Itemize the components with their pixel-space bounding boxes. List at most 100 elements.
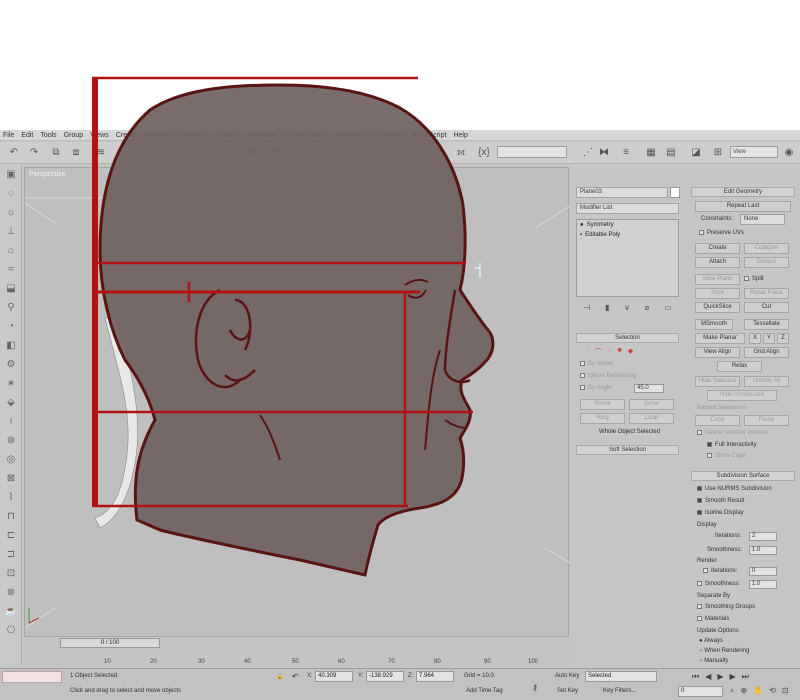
ignore-backfacing-option[interactable]: Ignore Backfacing bbox=[580, 373, 636, 379]
create-button[interactable]: Create bbox=[695, 243, 740, 254]
smooth-result-option[interactable]: Smooth Result bbox=[697, 498, 744, 504]
patch-grids-icon[interactable]: ⊠ bbox=[0, 469, 22, 488]
nurbs-icon[interactable]: ⌇ bbox=[0, 488, 22, 507]
modify-panel-icon[interactable]: ⬓ bbox=[0, 279, 22, 298]
snap-icon[interactable]: ⊘ bbox=[395, 147, 407, 159]
schematic-view-icon[interactable]: ⧓ bbox=[598, 147, 610, 159]
object-name-field[interactable]: Plane03 bbox=[576, 187, 668, 198]
update-always-option[interactable]: ● Always bbox=[699, 638, 723, 644]
camera-track-icon[interactable]: ⎔ bbox=[0, 621, 22, 640]
slice-button[interactable]: Slice bbox=[695, 288, 740, 299]
display-panel-icon[interactable]: ◧ bbox=[0, 336, 22, 355]
update-manually-option[interactable]: ○ Manually bbox=[699, 658, 728, 664]
current-frame-field[interactable]: 0 bbox=[678, 686, 723, 697]
select-scale-icon[interactable]: ⊡ bbox=[330, 147, 342, 159]
y-coord-field[interactable]: -138.929 bbox=[366, 671, 404, 682]
z-coord-field[interactable]: 7.964 bbox=[416, 671, 454, 682]
planar-x-button[interactable]: X bbox=[749, 333, 761, 344]
stack-item-symmetry[interactable]: ● Symmetry bbox=[577, 220, 678, 230]
time-slider[interactable]: 0 / 100 bbox=[60, 638, 160, 648]
materials-option[interactable]: Materials bbox=[697, 616, 729, 622]
constraints-dropdown[interactable]: None bbox=[740, 214, 785, 225]
redo-icon[interactable]: ↷ bbox=[28, 147, 40, 159]
iterations-spinner[interactable]: 2 bbox=[749, 532, 777, 541]
make-planar-button[interactable]: Make Planar bbox=[695, 333, 745, 344]
repeat-last-button[interactable]: Repeat Last bbox=[695, 201, 791, 212]
curve-editor-icon[interactable]: ⋰ bbox=[582, 147, 594, 159]
menu-file[interactable]: File bbox=[3, 132, 14, 139]
reset-plane-button[interactable]: Reset Plane bbox=[744, 288, 789, 299]
by-angle-spinner[interactable]: 45.0 bbox=[634, 384, 664, 393]
teapot-icon[interactable]: ☕ bbox=[0, 602, 22, 621]
create-spacewarps-icon[interactable]: ≈ bbox=[0, 260, 22, 279]
material-editor-icon[interactable]: ▦ bbox=[645, 147, 657, 159]
menu-edit[interactable]: Edit bbox=[21, 132, 33, 139]
select-move-icon[interactable]: ✥ bbox=[245, 147, 257, 159]
by-vertex-option[interactable]: By Vertex bbox=[580, 361, 614, 367]
show-end-result-icon[interactable]: ▮ bbox=[605, 303, 609, 317]
object-color-swatch[interactable] bbox=[670, 187, 680, 198]
play-icon[interactable]: ▶ bbox=[717, 672, 723, 683]
render-scene-icon[interactable]: ▤ bbox=[665, 147, 677, 159]
motion-panel-icon[interactable]: ◔ bbox=[0, 317, 22, 336]
extended-primitives-icon[interactable]: ◎ bbox=[0, 450, 22, 469]
selected-dropdown[interactable]: Selected bbox=[585, 671, 657, 682]
hide-unselected-button[interactable]: Hide Unselected bbox=[707, 390, 777, 401]
edge-level-icon[interactable]: ⌒ bbox=[594, 347, 601, 357]
orbit-icon[interactable]: ⟲ bbox=[769, 686, 776, 697]
create-cameras-icon[interactable]: ⊥ bbox=[0, 222, 22, 241]
mirror-icon[interactable]: ⟗ bbox=[455, 147, 467, 159]
lock-selection-icon[interactable]: 🔒 bbox=[276, 673, 283, 680]
stairs-icon[interactable]: ⊏ bbox=[0, 526, 22, 545]
previous-frame-icon[interactable]: ◀ bbox=[705, 672, 711, 683]
update-when-rendering-option[interactable]: ○ When Rendering bbox=[699, 648, 749, 654]
menu-group[interactable]: Group bbox=[64, 132, 83, 139]
reactor-icon[interactable]: ⊗ bbox=[0, 583, 22, 602]
utilities-panel-icon[interactable]: ⚙ bbox=[0, 355, 22, 374]
select-object-icon[interactable]: ⬚ bbox=[145, 147, 157, 159]
undo-icon[interactable]: ↶ bbox=[8, 147, 20, 159]
planar-y-button[interactable]: Y bbox=[763, 333, 775, 344]
maximize-viewport-icon[interactable]: ⊡ bbox=[782, 686, 789, 697]
border-level-icon[interactable]: ◌ bbox=[607, 347, 611, 357]
auto-key-button[interactable]: Auto Key bbox=[555, 673, 579, 679]
use-nurms-option[interactable]: Use NURMS Subdivision bbox=[697, 486, 772, 492]
menu-create[interactable]: Create bbox=[116, 132, 137, 139]
selection-rollout[interactable]: Selection bbox=[576, 333, 679, 343]
isoline-display-option[interactable]: Isoline Display bbox=[697, 510, 744, 516]
edit-geometry-rollout[interactable]: Edit Geometry bbox=[691, 187, 795, 197]
particle-icon[interactable]: ∗ bbox=[0, 374, 22, 393]
remove-modifier-icon[interactable]: ⌀ bbox=[645, 303, 650, 317]
menu-graph-editors[interactable]: Graph Editors bbox=[284, 132, 327, 139]
vertex-level-icon[interactable]: · bbox=[586, 347, 588, 357]
next-frame-icon[interactable]: ▶ bbox=[730, 672, 736, 683]
quick-render-icon[interactable]: ◪ bbox=[690, 147, 702, 159]
perspective-viewport[interactable]: Perspective bbox=[24, 167, 570, 637]
smoothing-groups-option[interactable]: Smoothing Groups bbox=[697, 604, 755, 610]
zoom-icon[interactable]: ⌕ bbox=[730, 686, 734, 697]
detach-button[interactable]: Detach bbox=[744, 257, 789, 268]
lightbulb-icon[interactable]: ● bbox=[580, 222, 584, 228]
teapot-render-icon[interactable]: ◉ bbox=[783, 147, 795, 159]
menu-tools[interactable]: Tools bbox=[40, 132, 56, 139]
pan-icon[interactable]: ✋ bbox=[753, 686, 763, 697]
configure-sets-icon[interactable]: ▭ bbox=[664, 303, 672, 317]
view-align-button[interactable]: View Align bbox=[695, 347, 740, 358]
render-iterations-option[interactable]: Iterations: bbox=[703, 568, 737, 574]
create-helpers-icon[interactable]: ⌂ bbox=[0, 241, 22, 260]
create-shapes-icon[interactable]: ◌ bbox=[0, 184, 22, 203]
full-interactivity-option[interactable]: Full Interactivity bbox=[707, 442, 757, 448]
render-smoothness-spinner[interactable]: 1.0 bbox=[749, 580, 777, 589]
layer-manager-icon[interactable]: ≡ bbox=[620, 147, 632, 159]
polygon-level-icon[interactable]: ■ bbox=[618, 347, 622, 357]
link-icon[interactable]: ⧉ bbox=[50, 147, 62, 159]
menu-rendering[interactable]: Rendering bbox=[334, 132, 366, 139]
go-to-start-icon[interactable]: ⏮ bbox=[692, 672, 699, 683]
ring-button[interactable]: Ring bbox=[580, 413, 625, 424]
aec-icon[interactable]: ⊡ bbox=[0, 564, 22, 583]
unlink-icon[interactable]: ⧈ bbox=[70, 147, 82, 159]
planar-z-button[interactable]: Z bbox=[777, 333, 789, 344]
show-cage-option[interactable]: Show Cage bbox=[707, 453, 746, 459]
preserve-uvs-option[interactable]: Preserve UVs bbox=[699, 230, 744, 236]
menu-animation[interactable]: Animation bbox=[246, 132, 277, 139]
